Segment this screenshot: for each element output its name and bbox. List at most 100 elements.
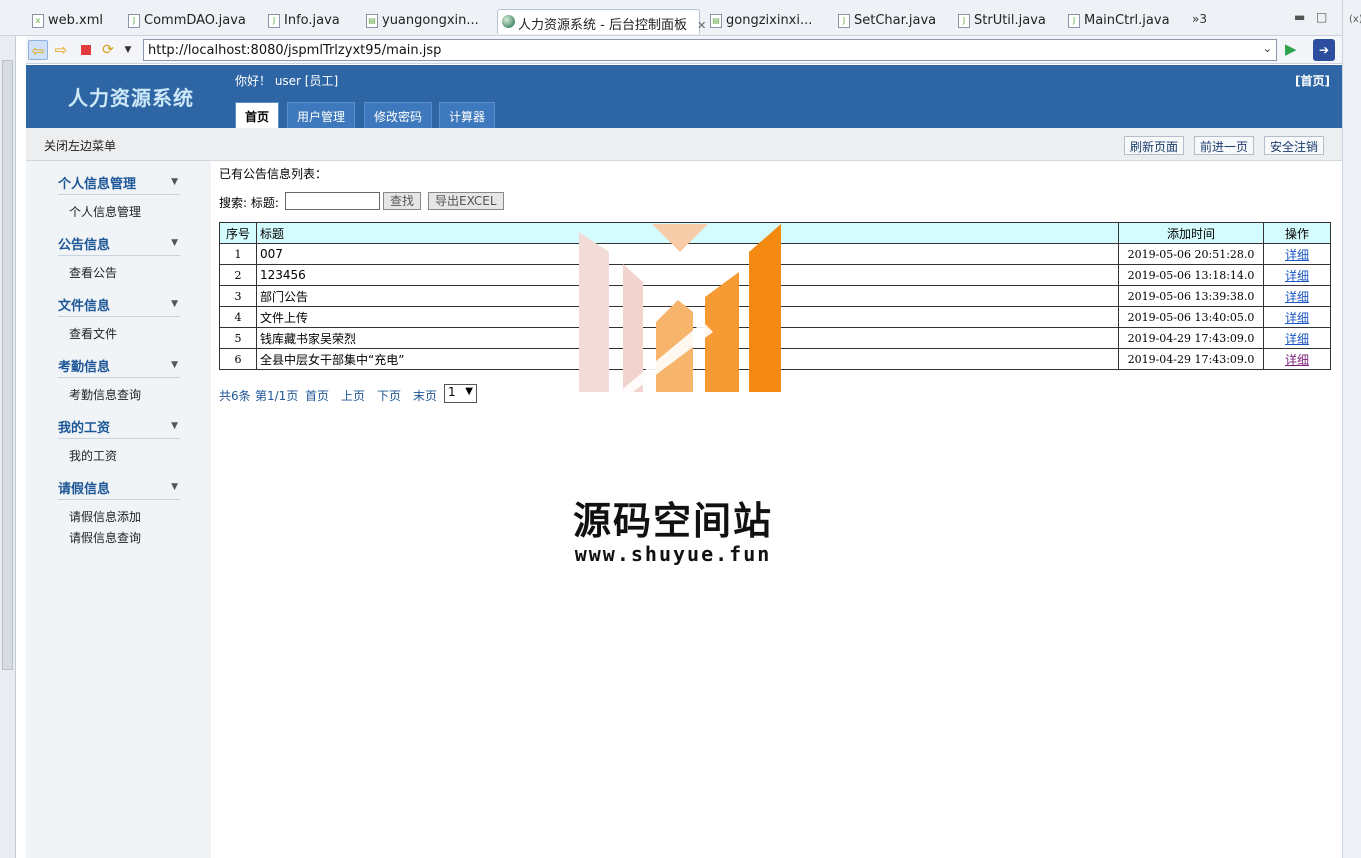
menu-group-notices[interactable]: 公告信息 ▼ [58, 234, 180, 256]
tab-setchar-java[interactable]: J SetChar.java [834, 9, 942, 34]
detail-link[interactable]: 详细 [1285, 290, 1309, 304]
tab-home[interactable]: 首页 [235, 102, 280, 128]
back-arrow-icon[interactable]: ⇦ [28, 40, 48, 60]
row-no: 3 [219, 285, 257, 307]
refresh-icon[interactable]: ⟳ [98, 40, 118, 60]
row-no: 1 [219, 243, 257, 265]
ide-left-panel-strip [0, 0, 16, 858]
menu-item-my-salary[interactable]: 我的工资 [69, 447, 117, 464]
tab-label: web.xml [48, 13, 103, 28]
java-file-icon: J [838, 14, 850, 28]
tab-label: MainCtrl.java [1084, 13, 1170, 28]
row-op-cell: 详细 [1263, 285, 1331, 307]
column-header-operation: 操作 [1263, 222, 1331, 244]
menu-group-leave[interactable]: 请假信息 ▼ [58, 478, 180, 500]
go-icon[interactable]: ▶ [1285, 40, 1297, 58]
tab-label: StrUtil.java [974, 13, 1046, 28]
menu-item-personal-info[interactable]: 个人信息管理 [69, 203, 141, 220]
export-excel-button[interactable]: 导出EXCEL [428, 192, 504, 210]
chevron-down-icon: ▼ [171, 299, 178, 309]
app-title: 人力资源系统 [68, 86, 194, 110]
tab-yuangongxin[interactable]: ▤ yuangongxin... [362, 9, 485, 34]
detail-link[interactable]: 详细 [1285, 353, 1309, 367]
watermark-text: 源码空间站 [572, 499, 773, 543]
menu-group-title: 个人信息管理 [58, 177, 137, 192]
stop-icon[interactable] [76, 40, 96, 60]
app-header: 人力资源系统 你好！ user [员工] [首页] 首页 用户管理 修改密码 计… [26, 65, 1342, 128]
row-time: 2019-05-06 13:40:05.0 [1118, 306, 1264, 328]
logo-bar-5 [749, 224, 781, 392]
tab-info-java[interactable]: J Info.java [264, 9, 346, 34]
forward-arrow-icon[interactable]: ⇨ [51, 40, 71, 60]
logout-button[interactable]: 安全注销 [1264, 136, 1325, 155]
external-browser-icon[interactable]: ➔ [1313, 39, 1335, 61]
tab-web-xml[interactable]: x web.xml [28, 9, 109, 34]
logo-bar-1 [579, 232, 609, 392]
logo-bar-2 [623, 264, 643, 392]
detail-link[interactable]: 详细 [1285, 311, 1309, 325]
tab-label: Info.java [284, 13, 340, 28]
tab-overflow-button[interactable]: »3 [1192, 12, 1207, 26]
url-dropdown-icon[interactable]: ⌄ [1263, 42, 1272, 55]
minimize-icon[interactable]: ▬ [1294, 10, 1305, 24]
chevron-down-icon: ▼ [465, 386, 473, 397]
forward-page-button[interactable]: 前进一页 [1194, 136, 1255, 155]
detail-link[interactable]: 详细 [1285, 269, 1309, 283]
tab-calculator[interactable]: 计算器 [439, 102, 496, 128]
menu-item-view-files[interactable]: 查看文件 [69, 325, 117, 342]
chevron-down-icon: ▼ [171, 360, 178, 370]
tab-close-icon[interactable]: ✕ [697, 19, 706, 32]
ide-editor-tabs: x web.xml J CommDAO.java J Info.java ▤ y… [0, 0, 1361, 36]
left-menu: 个人信息管理 ▼ 个人信息管理 公告信息 ▼ 查看公告 文件信息 ▼ 查看文件 … [26, 161, 211, 858]
tab-gongzixinxi[interactable]: ▤ gongzixinxi... [706, 9, 818, 34]
menu-group-personal-info[interactable]: 个人信息管理 ▼ [58, 173, 180, 195]
search-button[interactable]: 查找 [383, 192, 422, 210]
java-file-icon: J [268, 14, 280, 28]
detail-link[interactable]: 详细 [1285, 332, 1309, 346]
maximize-icon[interactable]: □ [1316, 10, 1327, 24]
java-file-icon: J [128, 14, 140, 28]
menu-group-attendance[interactable]: 考勤信息 ▼ [58, 356, 180, 378]
menu-item-leave-query[interactable]: 请假信息查询 [69, 529, 141, 546]
row-no: 5 [219, 327, 257, 349]
row-time: 2019-05-06 20:51:28.0 [1118, 243, 1264, 265]
url-input[interactable]: http://localhost:8080/jspmlTrlzyxt95/mai… [143, 39, 1277, 61]
tab-strutil-java[interactable]: J StrUtil.java [954, 9, 1052, 34]
chevron-down-icon: ▼ [171, 238, 178, 248]
page-select[interactable]: 1 ▼ [444, 384, 477, 403]
tab-commdao-java[interactable]: J CommDAO.java [124, 9, 252, 34]
row-time: 2019-05-06 13:39:38.0 [1118, 285, 1264, 307]
url-text: http://localhost:8080/jspmlTrlzyxt95/mai… [148, 43, 442, 58]
pager-first-link[interactable]: 首页 [305, 387, 329, 404]
menu-group-salary[interactable]: 我的工资 ▼ [58, 417, 180, 439]
refresh-page-button[interactable]: 刷新页面 [1124, 136, 1185, 155]
row-op-cell: 详细 [1263, 243, 1331, 265]
chevron-down-icon[interactable]: ▼ [118, 40, 138, 60]
tab-browser-main[interactable]: 人力资源系统 - 后台控制面板 ✕ [497, 9, 706, 34]
home-link[interactable]: [首页] [1295, 72, 1330, 89]
row-no: 6 [219, 348, 257, 370]
pager-prev-link[interactable]: 上页 [341, 387, 365, 404]
ide-left-scrollbar[interactable] [2, 60, 13, 670]
xml-file-icon: x [32, 14, 44, 28]
pager-last-link[interactable]: 末页 [413, 387, 437, 404]
watermark: 源码空间站 www.shuyue.fun [553, 222, 793, 572]
row-time: 2019-04-29 17:43:09.0 [1118, 348, 1264, 370]
globe-icon [502, 15, 515, 28]
tab-change-password[interactable]: 修改密码 [364, 102, 433, 128]
menu-item-view-notices[interactable]: 查看公告 [69, 264, 117, 281]
menu-item-attendance-query[interactable]: 考勤信息查询 [69, 386, 141, 403]
menu-item-leave-add[interactable]: 请假信息添加 [69, 508, 141, 525]
tab-user-management[interactable]: 用户管理 [287, 102, 356, 128]
user-greeting: 你好！ user [员工] [235, 74, 339, 88]
row-op-cell: 详细 [1263, 348, 1331, 370]
tab-label: yuangongxin... [382, 13, 479, 28]
detail-link[interactable]: 详细 [1285, 248, 1309, 262]
tab-mainctrl-java[interactable]: J MainCtrl.java [1064, 9, 1176, 34]
sub-toolbar: 关闭左边菜单 刷新页面 前进一页 安全注销 [26, 128, 1342, 161]
menu-group-files[interactable]: 文件信息 ▼ [58, 295, 180, 317]
chevron-down-icon: ▼ [171, 177, 178, 187]
pager-next-link[interactable]: 下页 [377, 387, 401, 404]
close-left-menu-link[interactable]: 关闭左边菜单 [44, 137, 116, 154]
search-title-input[interactable] [285, 192, 380, 210]
